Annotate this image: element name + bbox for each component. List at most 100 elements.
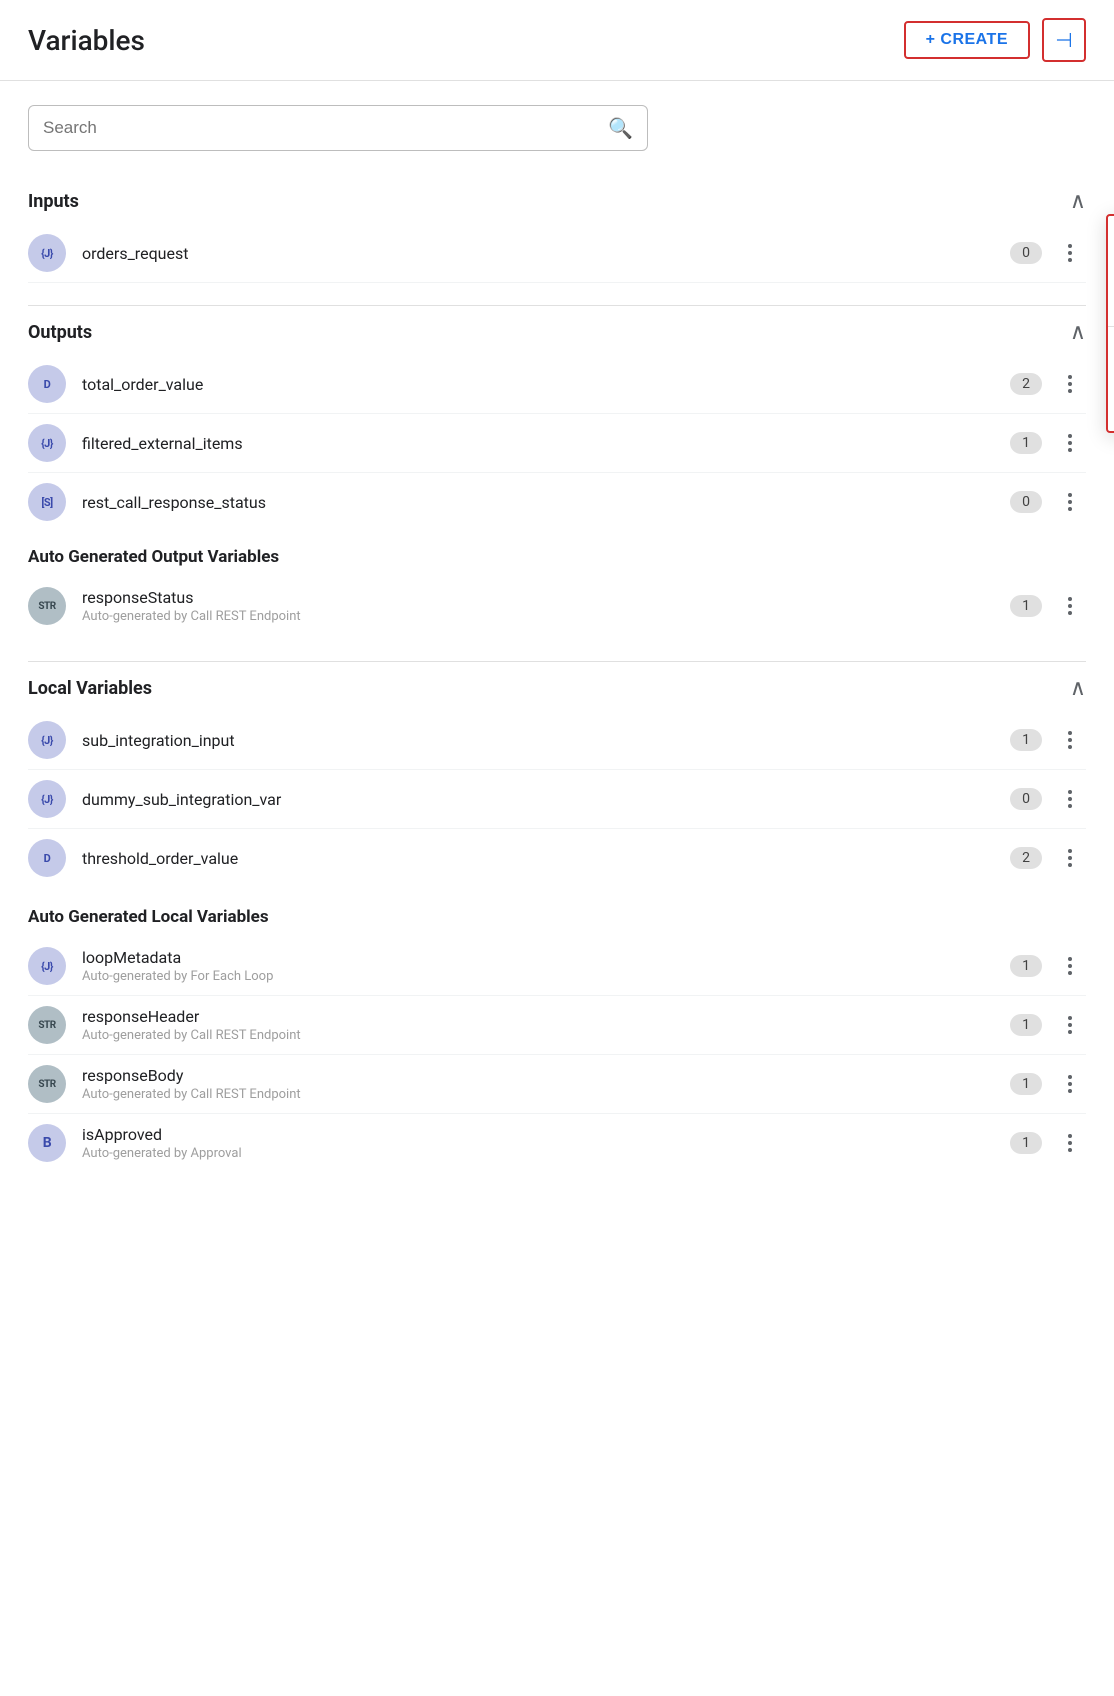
- menu-item-delete[interactable]: Delete: [1108, 273, 1114, 322]
- dot: [1068, 1082, 1072, 1086]
- page-header: Variables + CREATE ⊣: [0, 0, 1114, 81]
- var-menu-button[interactable]: [1054, 1128, 1086, 1158]
- table-row: [S] rest_call_response_status 0: [28, 473, 1086, 531]
- dot: [1068, 375, 1072, 379]
- create-button[interactable]: + CREATE: [904, 21, 1030, 59]
- search-area: 🔍: [0, 81, 1114, 163]
- menu-divider: [1108, 326, 1114, 327]
- var-menu-button[interactable]: [1054, 843, 1086, 873]
- var-count: 0: [1010, 491, 1042, 513]
- dot: [1068, 389, 1072, 393]
- dot: [1068, 382, 1072, 386]
- var-sub: Auto-generated by Call REST Endpoint: [82, 1028, 1010, 1043]
- menu-item-duplicate[interactable]: Duplicate: [1108, 331, 1114, 380]
- var-name: responseBody: [82, 1066, 183, 1085]
- dot: [1068, 258, 1072, 262]
- var-menu-button[interactable]: [1054, 369, 1086, 399]
- outputs-section-header: Outputs ∧: [28, 306, 1086, 355]
- table-row: STR responseBody Auto-generated by Call …: [28, 1055, 1086, 1114]
- badge-d: D: [28, 839, 66, 877]
- menu-item-learn-more[interactable]: Learn more ↗: [1108, 380, 1114, 423]
- var-menu-button[interactable]: [1054, 428, 1086, 458]
- table-row: STR responseHeader Auto-generated by Cal…: [28, 996, 1086, 1055]
- var-menu-button[interactable]: [1054, 784, 1086, 814]
- page-title: Variables: [28, 24, 145, 57]
- table-row: STR responseStatus Auto-generated by Cal…: [28, 577, 1086, 635]
- var-name: sub_integration_input: [82, 731, 235, 750]
- dot: [1068, 804, 1072, 808]
- var-info: sub_integration_input: [82, 731, 1010, 750]
- search-icon: 🔍: [608, 116, 633, 140]
- var-name: dummy_sub_integration_var: [82, 790, 281, 809]
- var-name: rest_call_response_status: [82, 493, 266, 512]
- var-count: 1: [1010, 955, 1042, 977]
- var-info: responseHeader Auto-generated by Call RE…: [82, 1007, 1010, 1043]
- var-name: filtered_external_items: [82, 434, 243, 453]
- var-info: responseStatus Auto-generated by Call RE…: [82, 588, 1010, 624]
- var-menu-button[interactable]: [1054, 725, 1086, 755]
- var-menu-button[interactable]: [1054, 951, 1086, 981]
- auto-output-section: Auto Generated Output Variables STR resp…: [0, 531, 1114, 635]
- table-row: B isApproved Auto-generated by Approval …: [28, 1114, 1086, 1172]
- table-row: {J} orders_request 0: [28, 224, 1086, 283]
- dot: [1068, 244, 1072, 248]
- dot: [1068, 731, 1072, 735]
- dot: [1068, 1016, 1072, 1020]
- dot: [1068, 500, 1072, 504]
- table-row: D threshold_order_value 2: [28, 829, 1086, 887]
- dot: [1068, 611, 1072, 615]
- var-info: dummy_sub_integration_var: [82, 790, 1010, 809]
- dot: [1068, 863, 1072, 867]
- var-info: loopMetadata Auto-generated by For Each …: [82, 948, 1010, 984]
- search-box: 🔍: [28, 105, 648, 151]
- local-variables-section: Local Variables ∧ {J} sub_integration_in…: [0, 635, 1114, 887]
- context-menu: View details Delete: [1106, 214, 1114, 433]
- inputs-collapse-icon[interactable]: ∧: [1070, 189, 1086, 214]
- inputs-section-header: Inputs ∧: [28, 175, 1086, 224]
- var-menu-button[interactable]: [1054, 1010, 1086, 1040]
- dot: [1068, 251, 1072, 255]
- local-collapse-icon[interactable]: ∧: [1070, 676, 1086, 701]
- dot: [1068, 971, 1072, 975]
- badge-str: STR: [28, 587, 66, 625]
- local-section-header: Local Variables ∧: [28, 662, 1086, 711]
- var-menu-button[interactable]: [1054, 591, 1086, 621]
- var-menu-button[interactable]: [1054, 1069, 1086, 1099]
- outputs-collapse-icon[interactable]: ∧: [1070, 320, 1086, 345]
- var-count: 2: [1010, 847, 1042, 869]
- var-info: isApproved Auto-generated by Approval: [82, 1125, 1010, 1161]
- dot: [1068, 1141, 1072, 1145]
- dot: [1068, 1089, 1072, 1093]
- outputs-section: Outputs ∧ D total_order_value 2 {J} filt…: [0, 283, 1114, 531]
- dot: [1068, 1030, 1072, 1034]
- dot: [1068, 434, 1072, 438]
- var-count: 1: [1010, 432, 1042, 454]
- dot: [1068, 745, 1072, 749]
- search-input[interactable]: [43, 118, 608, 138]
- dot: [1068, 448, 1072, 452]
- var-count: 1: [1010, 1014, 1042, 1036]
- var-count: 2: [1010, 373, 1042, 395]
- header-actions: + CREATE ⊣: [904, 18, 1086, 62]
- dot: [1068, 849, 1072, 853]
- badge-b: B: [28, 1124, 66, 1162]
- inputs-section: Inputs ∧ {J} orders_request 0: [0, 163, 1114, 283]
- table-row: {J} dummy_sub_integration_var 0: [28, 770, 1086, 829]
- var-menu-button[interactable]: [1054, 238, 1086, 268]
- inputs-section-title: Inputs: [28, 191, 79, 212]
- collapse-panel-button[interactable]: ⊣: [1042, 18, 1086, 62]
- var-sub: Auto-generated by For Each Loop: [82, 969, 1010, 984]
- menu-item-view-details[interactable]: View details: [1108, 224, 1114, 273]
- badge-str: STR: [28, 1006, 66, 1044]
- var-name: orders_request: [82, 244, 188, 263]
- dot: [1068, 964, 1072, 968]
- var-menu-button[interactable]: [1054, 487, 1086, 517]
- auto-local-section: Auto Generated Local Variables {J} loopM…: [0, 887, 1114, 1172]
- badge-json: {J}: [28, 234, 66, 272]
- inputs-row-wrap: {J} orders_request 0 Vi: [28, 224, 1086, 283]
- dot: [1068, 738, 1072, 742]
- var-name: responseHeader: [82, 1007, 199, 1026]
- var-count: 1: [1010, 1073, 1042, 1095]
- table-row: {J} filtered_external_items 1: [28, 414, 1086, 473]
- dot: [1068, 1148, 1072, 1152]
